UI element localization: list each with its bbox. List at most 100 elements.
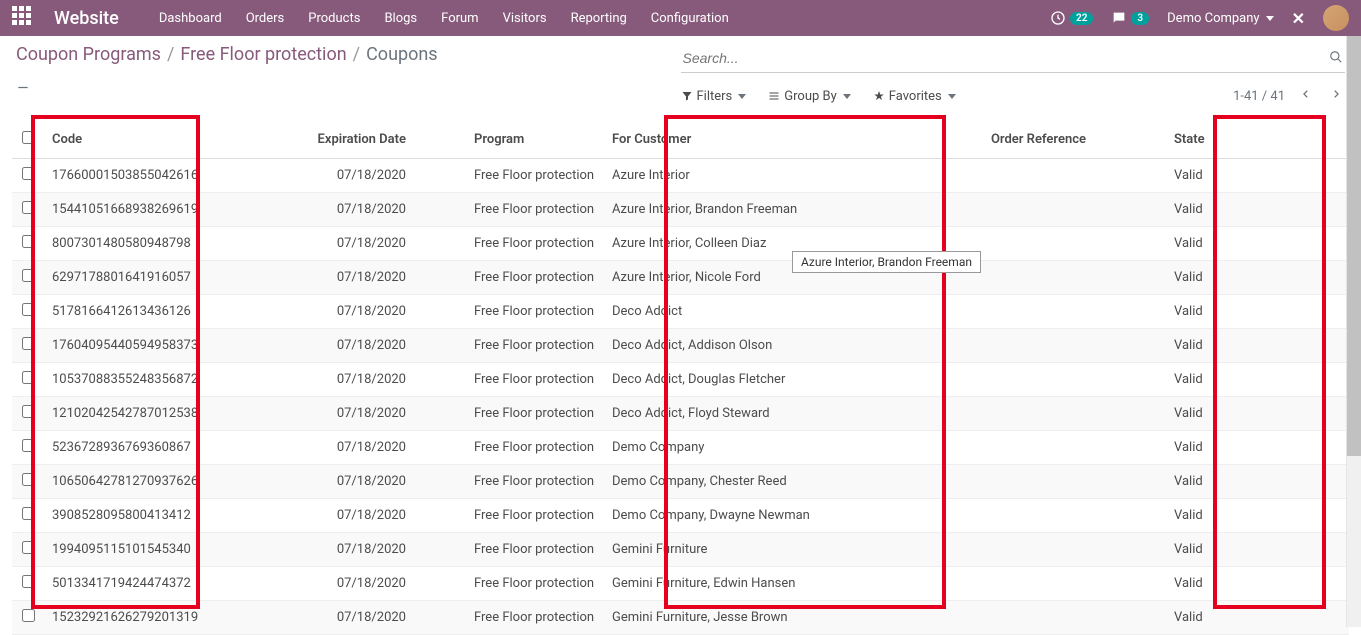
cell-expiration: 07/18/2020 xyxy=(284,567,414,601)
cell-code: 6297178801641916057 xyxy=(44,261,284,295)
menu-visitors[interactable]: Visitors xyxy=(503,11,547,26)
menu-orders[interactable]: Orders xyxy=(246,11,285,26)
clock-badge[interactable]: 22 xyxy=(1050,10,1093,26)
table-row[interactable]: 1053708835524835687207/18/2020Free Floor… xyxy=(12,363,1349,397)
header-checkbox xyxy=(12,121,44,159)
cell-program: Free Floor protection xyxy=(414,193,604,227)
cell-customer: Azure Interior, Brandon Freeman xyxy=(604,193,914,227)
cell-state: Valid xyxy=(1094,397,1349,431)
table-row[interactable]: 800730148058094879807/18/2020Free Floor … xyxy=(12,227,1349,261)
cell-program: Free Floor protection xyxy=(414,533,604,567)
groupby-button[interactable]: Group By xyxy=(768,89,851,104)
chevron-down-icon xyxy=(948,94,956,99)
row-checkbox[interactable] xyxy=(22,235,35,248)
cell-state: Valid xyxy=(1094,227,1349,261)
coupon-table: Code Expiration Date Program For Custome… xyxy=(12,121,1349,635)
cell-expiration: 07/18/2020 xyxy=(284,601,414,635)
coupon-table-wrap: Code Expiration Date Program For Custome… xyxy=(12,121,1349,635)
cell-customer: Gemini Furniture, Jesse Brown xyxy=(604,601,914,635)
header-expiration[interactable]: Expiration Date xyxy=(284,121,414,159)
table-row[interactable]: 1065064278127093762607/18/2020Free Floor… xyxy=(12,465,1349,499)
menu-dashboard[interactable]: Dashboard xyxy=(159,11,222,26)
row-checkbox[interactable] xyxy=(22,303,35,316)
table-row[interactable]: 523672893676936086707/18/2020Free Floor … xyxy=(12,431,1349,465)
cell-expiration: 07/18/2020 xyxy=(284,329,414,363)
cell-expiration: 07/18/2020 xyxy=(284,431,414,465)
pager-next[interactable] xyxy=(1327,83,1345,109)
top-navbar: Website Dashboard Orders Products Blogs … xyxy=(0,0,1361,36)
table-row[interactable]: 1523292162627920131907/18/2020Free Floor… xyxy=(12,601,1349,635)
table-row[interactable]: 199409511510154534007/18/2020Free Floor … xyxy=(12,533,1349,567)
header-code[interactable]: Code xyxy=(44,121,284,159)
brand-title[interactable]: Website xyxy=(54,8,119,29)
clock-icon xyxy=(1050,10,1066,26)
table-row[interactable]: 1766000150385504261607/18/2020Free Floor… xyxy=(12,159,1349,193)
table-row[interactable]: 1544105166893826961907/18/2020Free Floor… xyxy=(12,193,1349,227)
search-icon[interactable] xyxy=(1329,50,1343,68)
cell-expiration: 07/18/2020 xyxy=(284,397,414,431)
chevron-down-icon xyxy=(1266,16,1274,21)
user-avatar[interactable] xyxy=(1323,5,1349,31)
filters-button[interactable]: Filters xyxy=(681,89,747,104)
header-state[interactable]: State xyxy=(1094,121,1349,159)
row-checkbox[interactable] xyxy=(22,371,35,384)
row-checkbox[interactable] xyxy=(22,201,35,214)
cell-code: 5178166412613436126 xyxy=(44,295,284,329)
cell-expiration: 07/18/2020 xyxy=(284,261,414,295)
nav-right: 22 3 Demo Company ✕ xyxy=(1050,5,1349,31)
header-customer[interactable]: For Customer xyxy=(604,121,914,159)
nav-menu: Dashboard Orders Products Blogs Forum Vi… xyxy=(159,11,1050,26)
cell-state: Valid xyxy=(1094,431,1349,465)
table-row[interactable]: 629717880164191605707/18/2020Free Floor … xyxy=(12,261,1349,295)
row-checkbox[interactable] xyxy=(22,269,35,282)
cell-state: Valid xyxy=(1094,601,1349,635)
cell-state: Valid xyxy=(1094,329,1349,363)
breadcrumb-free-floor[interactable]: Free Floor protection xyxy=(180,44,346,65)
select-all-checkbox[interactable] xyxy=(22,131,35,144)
cell-program: Free Floor protection xyxy=(414,329,604,363)
close-icon[interactable]: ✕ xyxy=(1292,9,1305,28)
menu-forum[interactable]: Forum xyxy=(441,11,478,26)
cell-customer: Gemini Furniture, Edwin Hansen xyxy=(604,567,914,601)
row-checkbox[interactable] xyxy=(22,541,35,554)
header-order-ref[interactable]: Order Reference xyxy=(914,121,1094,159)
cell-program: Free Floor protection xyxy=(414,397,604,431)
table-row[interactable]: 390852809580041341207/18/2020Free Floor … xyxy=(12,499,1349,533)
company-selector[interactable]: Demo Company xyxy=(1167,11,1273,26)
row-checkbox[interactable] xyxy=(22,609,35,622)
menu-products[interactable]: Products xyxy=(308,11,360,26)
table-row[interactable]: 517816641261343612607/18/2020Free Floor … xyxy=(12,295,1349,329)
row-checkbox[interactable] xyxy=(22,473,35,486)
apps-icon[interactable] xyxy=(12,6,36,30)
menu-configuration[interactable]: Configuration xyxy=(651,11,729,26)
scrollbar[interactable] xyxy=(1346,36,1361,627)
favorites-button[interactable]: Favorites xyxy=(873,89,956,104)
chat-badge[interactable]: 3 xyxy=(1111,10,1149,26)
cell-program: Free Floor protection xyxy=(414,159,604,193)
table-row[interactable]: 1210204254278701253807/18/2020Free Floor… xyxy=(12,397,1349,431)
table-row[interactable]: 1760409544059495837307/18/2020Free Floor… xyxy=(12,329,1349,363)
search-input[interactable] xyxy=(681,44,1346,73)
menu-reporting[interactable]: Reporting xyxy=(571,11,627,26)
chevron-down-icon xyxy=(843,94,851,99)
groupby-label: Group By xyxy=(784,89,837,104)
row-checkbox[interactable] xyxy=(22,507,35,520)
cell-state: Valid xyxy=(1094,465,1349,499)
cell-order-ref xyxy=(914,397,1094,431)
row-checkbox[interactable] xyxy=(22,405,35,418)
filters-label: Filters xyxy=(697,89,733,104)
table-row[interactable]: 501334171942447437207/18/2020Free Floor … xyxy=(12,567,1349,601)
breadcrumb-coupon-programs[interactable]: Coupon Programs xyxy=(16,44,161,65)
row-checkbox[interactable] xyxy=(22,167,35,180)
cell-code: 10650642781270937626 xyxy=(44,465,284,499)
header-program[interactable]: Program xyxy=(414,121,604,159)
row-checkbox[interactable] xyxy=(22,337,35,350)
row-checkbox[interactable] xyxy=(22,575,35,588)
scrollbar-thumb[interactable] xyxy=(1347,36,1361,456)
menu-blogs[interactable]: Blogs xyxy=(384,11,417,26)
cell-customer: Deco Addict xyxy=(604,295,914,329)
pager-prev[interactable] xyxy=(1297,83,1315,109)
company-name: Demo Company xyxy=(1167,11,1259,26)
download-icon[interactable] xyxy=(16,77,30,95)
row-checkbox[interactable] xyxy=(22,439,35,452)
